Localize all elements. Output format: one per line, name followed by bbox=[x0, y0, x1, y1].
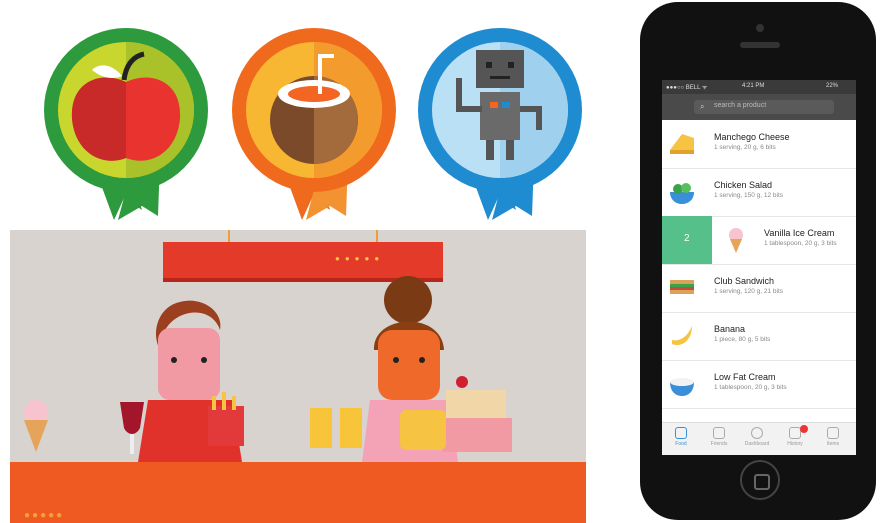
wine-glass-character bbox=[120, 402, 144, 454]
phone-screen: ●●●○○ BELL ᯤ 4:21 PM 22% ⌕ search a prod… bbox=[662, 80, 856, 455]
search-input[interactable]: ⌕ search a product bbox=[694, 100, 834, 114]
speaker bbox=[740, 42, 780, 48]
list-item[interactable]: Club Sandwich 1 serving, 120 g, 21 bits bbox=[662, 264, 856, 313]
counter: ●●●●● bbox=[10, 462, 586, 523]
home-button[interactable] bbox=[740, 460, 780, 500]
tab-label: Food bbox=[675, 441, 687, 447]
tab-dashboard[interactable]: Dashboard bbox=[738, 425, 776, 455]
search-placeholder: search a product bbox=[714, 102, 767, 109]
item-name: Manchego Cheese bbox=[714, 132, 790, 142]
item-meta: 1 tablespoon, 20 g, 3 bits bbox=[764, 240, 837, 247]
sandwich-icon bbox=[670, 280, 694, 294]
tab-friends[interactable]: Friends bbox=[700, 425, 738, 455]
dashboard-icon bbox=[751, 427, 763, 439]
items-icon bbox=[827, 427, 839, 439]
clock: 4:21 PM bbox=[742, 83, 765, 89]
quantity-value: 2 bbox=[684, 233, 690, 244]
juice-glasses bbox=[310, 408, 362, 448]
list-item[interactable]: Banana 1 piece, 80 g, 5 bits bbox=[662, 312, 856, 361]
item-name: Low Fat Cream bbox=[714, 372, 776, 382]
apple-badge bbox=[44, 28, 208, 220]
tab-label: History bbox=[787, 441, 803, 447]
tab-label: Friends bbox=[710, 441, 728, 447]
fries-character bbox=[208, 392, 244, 446]
list-item-swiped[interactable]: 2 Vanilla Ice Cream 1 tablespoon, 20 g, … bbox=[662, 216, 856, 265]
notification-badge bbox=[800, 425, 808, 433]
search-icon: ⌕ bbox=[700, 102, 705, 111]
coconut-badge bbox=[232, 28, 396, 220]
tab-bar: Food Friends Dashboard History Items bbox=[662, 422, 856, 455]
phone-device: ●●●○○ BELL ᯤ 4:21 PM 22% ⌕ search a prod… bbox=[640, 2, 876, 520]
tab-history[interactable]: History bbox=[776, 425, 814, 455]
status-bar: ●●●○○ BELL ᯤ 4:21 PM 22% bbox=[662, 80, 856, 94]
friends-icon bbox=[713, 427, 725, 439]
item-meta: 1 serving, 20 g, 6 bits bbox=[714, 144, 776, 151]
item-meta: 1 tablespoon, 20 g, 3 bits bbox=[714, 384, 787, 391]
tab-label: Items bbox=[826, 441, 840, 447]
camera bbox=[756, 24, 764, 32]
battery: 22% bbox=[826, 83, 839, 89]
ice-cream-character bbox=[24, 400, 48, 452]
cream-icon bbox=[670, 378, 694, 396]
tab-label: Dashboard bbox=[744, 441, 770, 447]
banana-icon bbox=[672, 326, 692, 346]
item-name: Banana bbox=[714, 324, 746, 334]
quantity-swipe[interactable]: 2 bbox=[662, 216, 712, 264]
salad-icon bbox=[670, 183, 694, 204]
list-item[interactable]: Chicken Salad 1 serving, 150 g, 12 bits bbox=[662, 168, 856, 217]
list-item[interactable]: Low Fat Cream 1 tablespoon, 20 g, 3 bits bbox=[662, 360, 856, 409]
cafe-illustration: ●●●●● ●●●●● bbox=[10, 230, 586, 523]
list-item[interactable]: Manchego Cheese 1 serving, 20 g, 6 bits bbox=[662, 120, 856, 169]
item-meta: 1 serving, 150 g, 12 bits bbox=[714, 192, 784, 199]
cheese-icon bbox=[670, 134, 694, 154]
robot-badge bbox=[418, 28, 582, 220]
carrier: ●●●○○ BELL ᯤ bbox=[666, 85, 708, 91]
ice-cream-icon bbox=[729, 228, 743, 253]
item-name: Vanilla Ice Cream bbox=[764, 228, 835, 238]
tab-food[interactable]: Food bbox=[662, 425, 700, 455]
item-name: Chicken Salad bbox=[714, 180, 773, 190]
search-bar: ⌕ search a product bbox=[662, 94, 856, 120]
badges-row bbox=[44, 28, 582, 220]
item-meta: 1 piece, 80 g, 5 bits bbox=[714, 336, 771, 343]
item-name: Club Sandwich bbox=[714, 276, 775, 286]
tab-items[interactable]: Items bbox=[814, 425, 852, 455]
item-meta: 1 serving, 120 g, 21 bits bbox=[714, 288, 784, 295]
food-icon bbox=[675, 427, 687, 439]
